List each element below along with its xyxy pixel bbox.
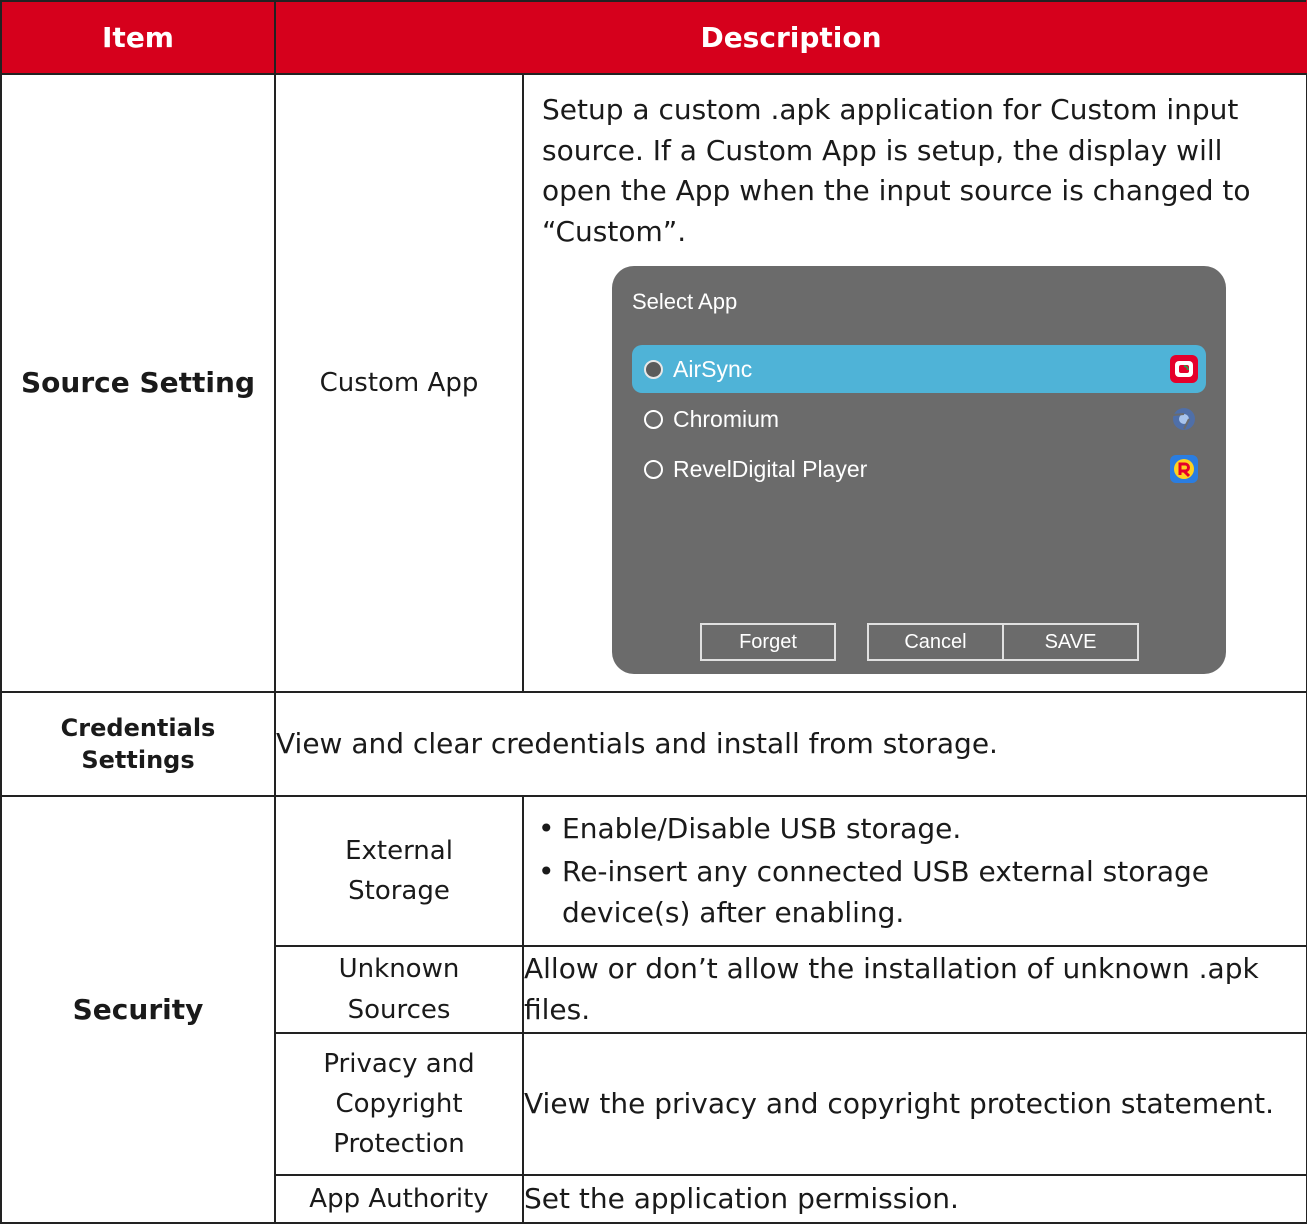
unknown-line2: Sources — [347, 994, 451, 1025]
desc-external-storage: Enable/Disable USB storage. Re-insert an… — [521, 795, 1307, 947]
bullet-item: Enable/Disable USB storage. — [538, 809, 1306, 850]
cancel-button[interactable]: Cancel — [867, 623, 1004, 662]
credentials-line1: Credentials — [60, 713, 216, 742]
header-description: Description — [273, 0, 1307, 75]
desc-custom-app: Setup a custom .apk application for Cust… — [521, 73, 1307, 693]
credentials-line2: Settings — [81, 746, 195, 774]
sub-external-storage: External Storage — [274, 795, 524, 947]
option-airsync[interactable]: AirSync — [632, 345, 1206, 394]
external-line2: Storage — [348, 876, 450, 906]
forget-button[interactable]: Forget — [700, 623, 836, 662]
table-row: Source Setting Custom App Setup a custom… — [0, 73, 1307, 693]
option-label: Chromium — [673, 405, 780, 432]
table-row: Credentials Settings View and clear cred… — [0, 691, 1307, 797]
sub-app-authority: App Authority — [274, 1174, 524, 1224]
unknown-line1: Unknown — [338, 954, 460, 985]
item-credentials-settings: Credentials Settings — [0, 691, 276, 797]
reveldigital-icon — [1170, 455, 1198, 484]
desc-credentials: View and clear credentials and install f… — [273, 691, 1307, 797]
option-label: RevelDigital Player — [673, 455, 868, 482]
sub-custom-app: Custom App — [274, 73, 524, 693]
item-source-setting: Source Setting — [0, 73, 276, 693]
spec-table: Item Description Source Setting Custom A… — [0, 0, 1307, 1224]
airsync-icon — [1170, 355, 1198, 384]
header-item: Item — [0, 0, 276, 75]
save-button[interactable]: SAVE — [1002, 623, 1139, 662]
option-chromium[interactable]: Chromium — [632, 395, 1206, 443]
dialog-title: Select App — [632, 289, 738, 315]
sub-unknown-sources: Unknown Sources — [274, 945, 524, 1034]
desc-app-authority: Set the application permission. — [521, 1174, 1307, 1224]
sub-privacy-copyright: Privacy and Copyright Protection — [274, 1032, 524, 1176]
bullet-list: Enable/Disable USB storage. Re-insert an… — [524, 809, 1306, 934]
table-row: Security External Storage Enable/Disable… — [0, 795, 1307, 1224]
chromium-icon — [1170, 405, 1198, 433]
privacy-line2: Copyright — [335, 1088, 463, 1119]
table-header-row: Item Description — [0, 0, 1307, 75]
desc-privacy: View the privacy and copyright protectio… — [521, 1032, 1307, 1176]
desc-unknown-sources: Allow or don’t allow the installation of… — [521, 945, 1307, 1034]
privacy-line1: Privacy and — [323, 1048, 475, 1079]
radio-button[interactable] — [644, 459, 663, 479]
radio-button[interactable] — [644, 359, 663, 379]
external-line1: External — [345, 835, 453, 866]
privacy-line3: Protection — [333, 1129, 465, 1160]
select-app-dialog: Select App AirSync Chromium RevelDigital… — [612, 266, 1226, 675]
radio-button[interactable] — [644, 409, 663, 429]
option-reveldigital[interactable]: RevelDigital Player — [632, 445, 1206, 493]
bullet-item: Re-insert any connected USB external sto… — [538, 852, 1306, 933]
option-label: AirSync — [673, 355, 753, 382]
item-security: Security — [0, 795, 276, 1224]
custom-app-description: Setup a custom .apk application for Cust… — [542, 93, 1251, 248]
